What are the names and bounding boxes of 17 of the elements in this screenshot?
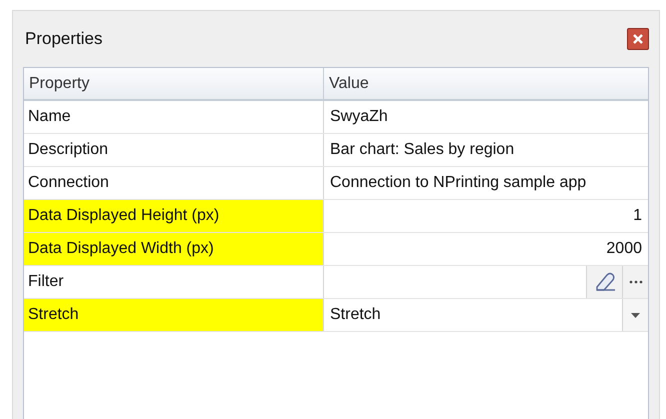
- value-cell-text: Connection to NPrinting sample app: [329, 173, 586, 193]
- ellipsis-icon: [628, 280, 642, 284]
- panel-title: Properties: [25, 28, 104, 50]
- value-cell-text: 1: [633, 206, 643, 226]
- eraser-button[interactable]: [586, 266, 622, 298]
- dropdown-field[interactable]: Stretch: [324, 299, 648, 331]
- column-header[interactable]: Property: [24, 68, 324, 99]
- dropdown-caret-icon: [631, 312, 640, 318]
- property-cell: Data Displayed Width (px): [24, 233, 324, 265]
- value-cell-text: Bar chart: Sales by region: [329, 140, 514, 160]
- property-cell: Stretch: [24, 299, 324, 331]
- column-header[interactable]: Value: [324, 68, 648, 99]
- close-icon: [632, 33, 644, 45]
- property-cell: Data Displayed Height (px): [24, 200, 324, 232]
- value-cell-text: 2000: [606, 239, 643, 259]
- value-cell-text: SwyaZh: [329, 107, 388, 127]
- close-button[interactable]: [627, 28, 649, 50]
